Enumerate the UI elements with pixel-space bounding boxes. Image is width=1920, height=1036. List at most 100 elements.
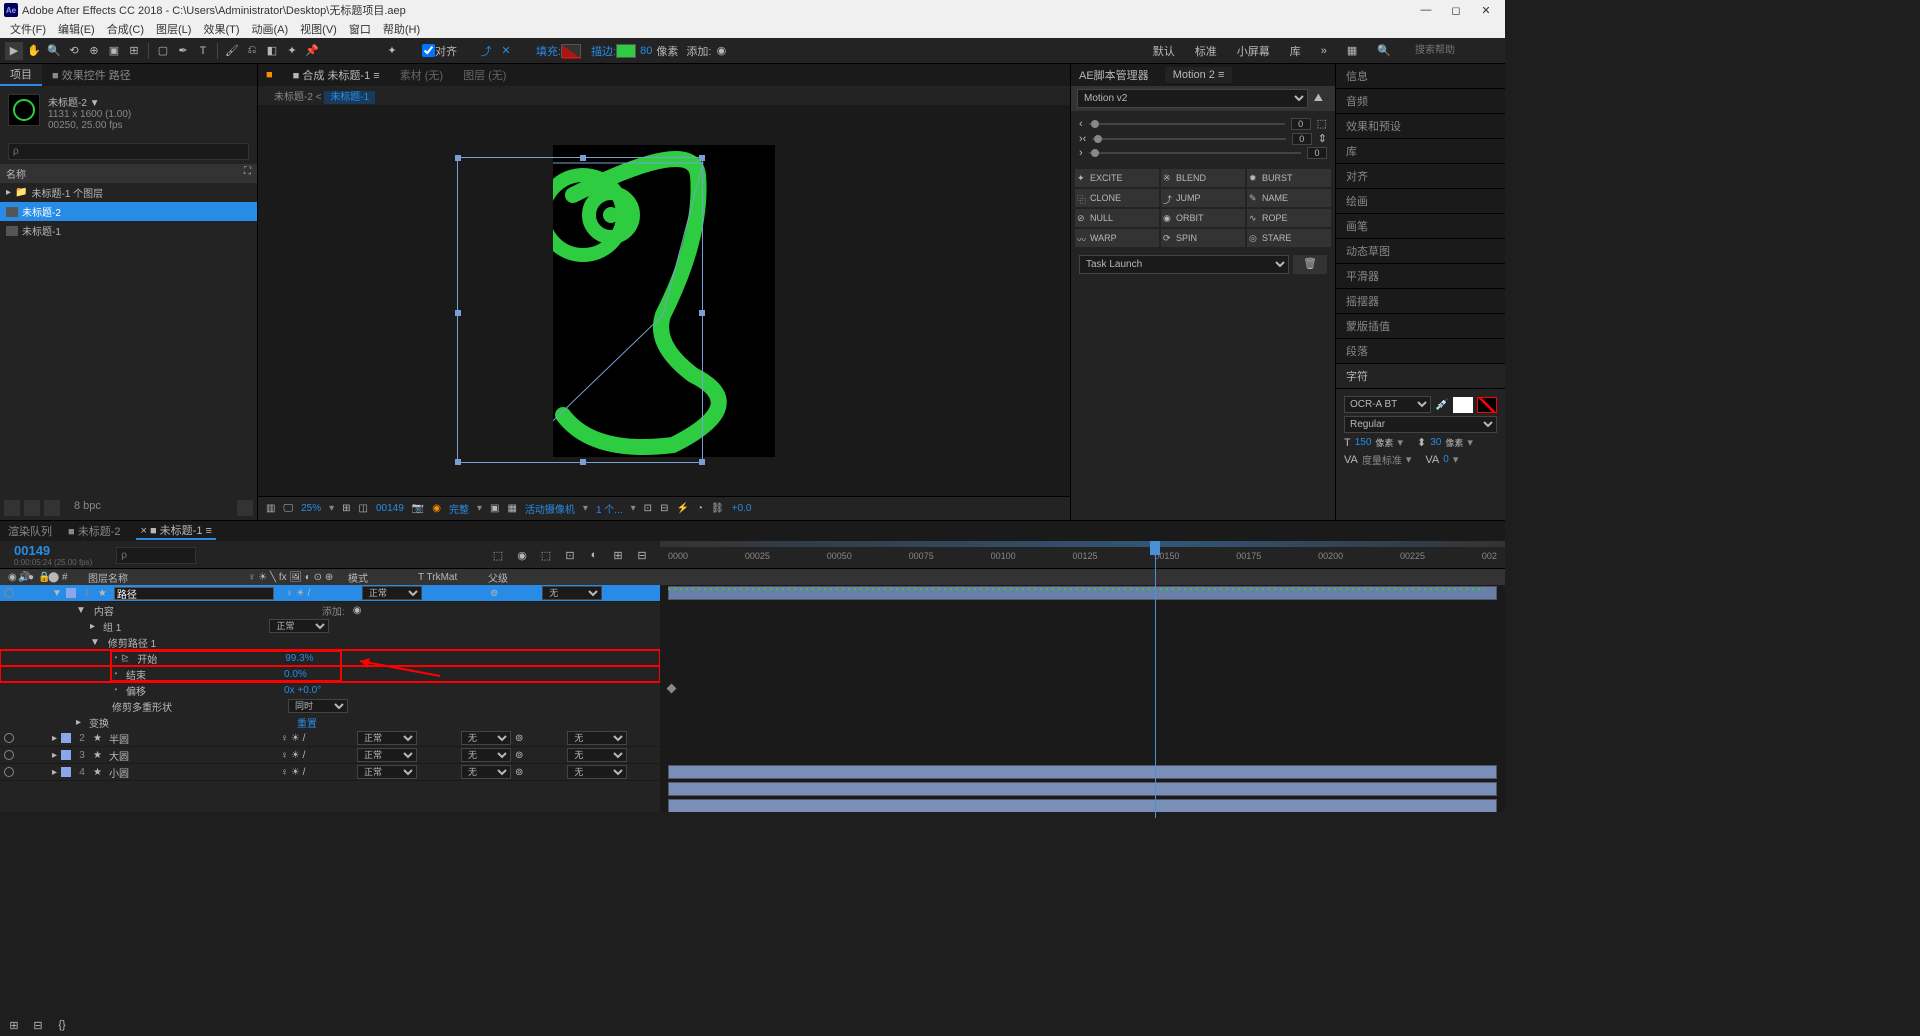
layer-bar-3[interactable] (668, 782, 1497, 796)
menu-help[interactable]: 帮助(H) (377, 21, 426, 37)
character-tab[interactable]: 字符 (1336, 364, 1505, 389)
zoom-tool-icon[interactable]: 🔍 (45, 42, 63, 60)
clone-tool-icon[interactable]: ⎌ (243, 42, 261, 60)
graph-editor-icon[interactable]: ⊞ (609, 546, 627, 564)
viewer-timecode[interactable]: 00149 (376, 503, 404, 514)
text-tool-icon[interactable]: T (194, 42, 212, 60)
jump-button[interactable]: ⤴JUMP (1161, 189, 1245, 207)
quality-dropdown[interactable]: 完整 (449, 501, 469, 516)
stopwatch-icon[interactable]: ◔ (112, 685, 118, 696)
col-parent[interactable]: 父级 (484, 570, 564, 585)
menu-window[interactable]: 窗口 (343, 21, 377, 37)
shy-icon[interactable]: ⬚ (537, 546, 555, 564)
clone-button[interactable]: ⿻CLONE (1075, 189, 1159, 207)
stroke-swatch[interactable] (616, 44, 636, 58)
trkmat-select[interactable]: 无 (461, 748, 511, 762)
workspace-standard[interactable]: 标准 (1195, 43, 1217, 59)
breadcrumb-parent[interactable]: 未标题-2 (274, 92, 313, 103)
viewer-tab-footage[interactable]: 素材 (无) (400, 67, 443, 83)
resolution-icon[interactable]: 🖵 (283, 503, 293, 514)
menu-composition[interactable]: 合成(C) (101, 21, 150, 37)
blend-mode-select[interactable]: 正常 (357, 765, 417, 779)
menu-effect[interactable]: 效果(T) (197, 21, 245, 37)
blend-mode-select[interactable]: 正常 (357, 731, 417, 745)
contents-group[interactable]: ▼ 内容添加: ◉ (0, 602, 660, 618)
col-label-icon[interactable]: ⬤ # (44, 572, 84, 583)
workspace-small[interactable]: 小屏幕 (1237, 43, 1270, 59)
exposure-value[interactable]: +0.0 (732, 503, 752, 514)
pen-tool-icon[interactable]: ✒ (174, 42, 192, 60)
slider-3[interactable] (1089, 152, 1301, 154)
layer-bar-2[interactable] (668, 765, 1497, 779)
orbit-tool-icon[interactable]: ⟲ (65, 42, 83, 60)
new-comp-icon[interactable] (44, 500, 60, 516)
camera-tool-icon[interactable]: ▣ (105, 42, 123, 60)
timeline-tab-comp2[interactable]: ■ 未标题-2 (68, 523, 120, 539)
motion-blur-icon[interactable]: ◐ (585, 546, 603, 564)
parent-select[interactable]: 无 (567, 731, 627, 745)
parent-select[interactable]: 无 (567, 765, 627, 779)
trim-paths-group[interactable]: ▼ 修剪路径 1 (0, 634, 660, 650)
rectangle-tool-icon[interactable]: ▢ (154, 42, 172, 60)
fast-preview-icon[interactable]: ⚡ (676, 503, 688, 514)
col-visibility-icon[interactable]: ◉ (4, 572, 14, 583)
twirl-icon[interactable]: ▸ (52, 733, 57, 744)
layer-name-input[interactable] (114, 587, 274, 600)
parent-pickwhip-icon[interactable]: ⊚ (515, 733, 523, 744)
workspace-reset-icon[interactable]: ▦ (1347, 44, 1357, 57)
brush-tab[interactable]: 画笔 (1336, 214, 1505, 239)
effects-presets-tab[interactable]: 效果和预设 (1336, 114, 1505, 139)
eyedropper-icon[interactable]: 💉 (1435, 398, 1449, 411)
view-options-icon[interactable]: ⊡ (644, 503, 652, 514)
effect-controls-tab[interactable]: ■ 效果控件 路径 (42, 65, 141, 85)
smoother-tab[interactable]: 平滑器 (1336, 264, 1505, 289)
flowchart-icon[interactable]: ⛓ (711, 503, 724, 514)
wiggler-tab[interactable]: 摇摆器 (1336, 289, 1505, 314)
text-stroke-swatch[interactable] (1477, 397, 1497, 413)
trim-end-value[interactable]: 0.0% (284, 669, 307, 680)
project-comp-item[interactable]: 未标题-1 (0, 221, 257, 240)
snapshot-icon[interactable]: 📷 (412, 503, 424, 514)
menu-layer[interactable]: 图层(L) (150, 21, 197, 37)
col-trkmat[interactable]: T TrkMat (414, 572, 484, 583)
visibility-toggle-icon[interactable] (4, 750, 14, 760)
project-folder-item[interactable]: 📁 未标题-1 个图层 (0, 183, 257, 202)
snap-checkbox[interactable] (422, 44, 435, 57)
brush-tool-icon[interactable]: 🖌 (223, 42, 241, 60)
project-column-header[interactable]: 名称⛶ (0, 164, 257, 183)
project-search-input[interactable] (8, 143, 249, 160)
task-delete-icon[interactable]: 🗑 (1293, 255, 1327, 274)
trim-multi-select[interactable]: 同时 (288, 699, 348, 713)
slider-1[interactable] (1089, 123, 1285, 125)
keyframe-icon[interactable] (667, 684, 677, 694)
timeline-tracks[interactable] (660, 585, 1505, 812)
slider-3-value[interactable] (1307, 147, 1327, 159)
null-button[interactable]: ⊘NULL (1075, 209, 1159, 227)
library-tab[interactable]: 库 (1336, 139, 1505, 164)
anchor-tool-icon[interactable]: ⊞ (125, 42, 143, 60)
slider-2-value[interactable] (1292, 133, 1312, 145)
layer-row-3[interactable]: ▸ 3 ★ 大圆 ♀ ☀ / 正常 无 ⊚ 无 (0, 747, 660, 764)
selection-tool-icon[interactable]: ▶ (5, 42, 23, 60)
parent-pickwhip-icon[interactable]: ⊚ (515, 767, 523, 778)
workspace-overflow[interactable]: » (1321, 45, 1327, 57)
motion-sketch-tab[interactable]: 动态草图 (1336, 239, 1505, 264)
fill-swatch[interactable] (561, 44, 581, 58)
va-value[interactable]: 0 (1443, 454, 1449, 465)
group-mode-select[interactable]: 正常 (269, 619, 329, 633)
orbit-button[interactable]: ◉ORBIT (1161, 209, 1245, 227)
col-lock-icon[interactable]: 🔒 (34, 572, 44, 583)
trim-multi-property[interactable]: 修剪多重形状 同时 (0, 698, 660, 714)
slider-1-value[interactable] (1291, 118, 1311, 130)
twirl-down-icon[interactable]: ▼ (52, 588, 62, 599)
col-mode[interactable]: 模式 (344, 570, 414, 585)
views-dropdown[interactable]: 1 个... (596, 501, 623, 516)
eraser-tool-icon[interactable]: ◧ (263, 42, 281, 60)
viewer-canvas[interactable] (258, 105, 1070, 496)
grid-icon[interactable]: ⊞ (342, 503, 350, 514)
layer-row-1[interactable]: ▼ 1 ★ ♀ ☀ / 正常 ⊚ 无 (0, 585, 660, 602)
layer-color-swatch[interactable] (61, 767, 71, 777)
comp-flowchart-icon[interactable]: ⬚ (489, 546, 507, 564)
layer-name[interactable]: 半圆 (109, 731, 269, 746)
audio-panel-tab[interactable]: 音频 (1336, 89, 1505, 114)
